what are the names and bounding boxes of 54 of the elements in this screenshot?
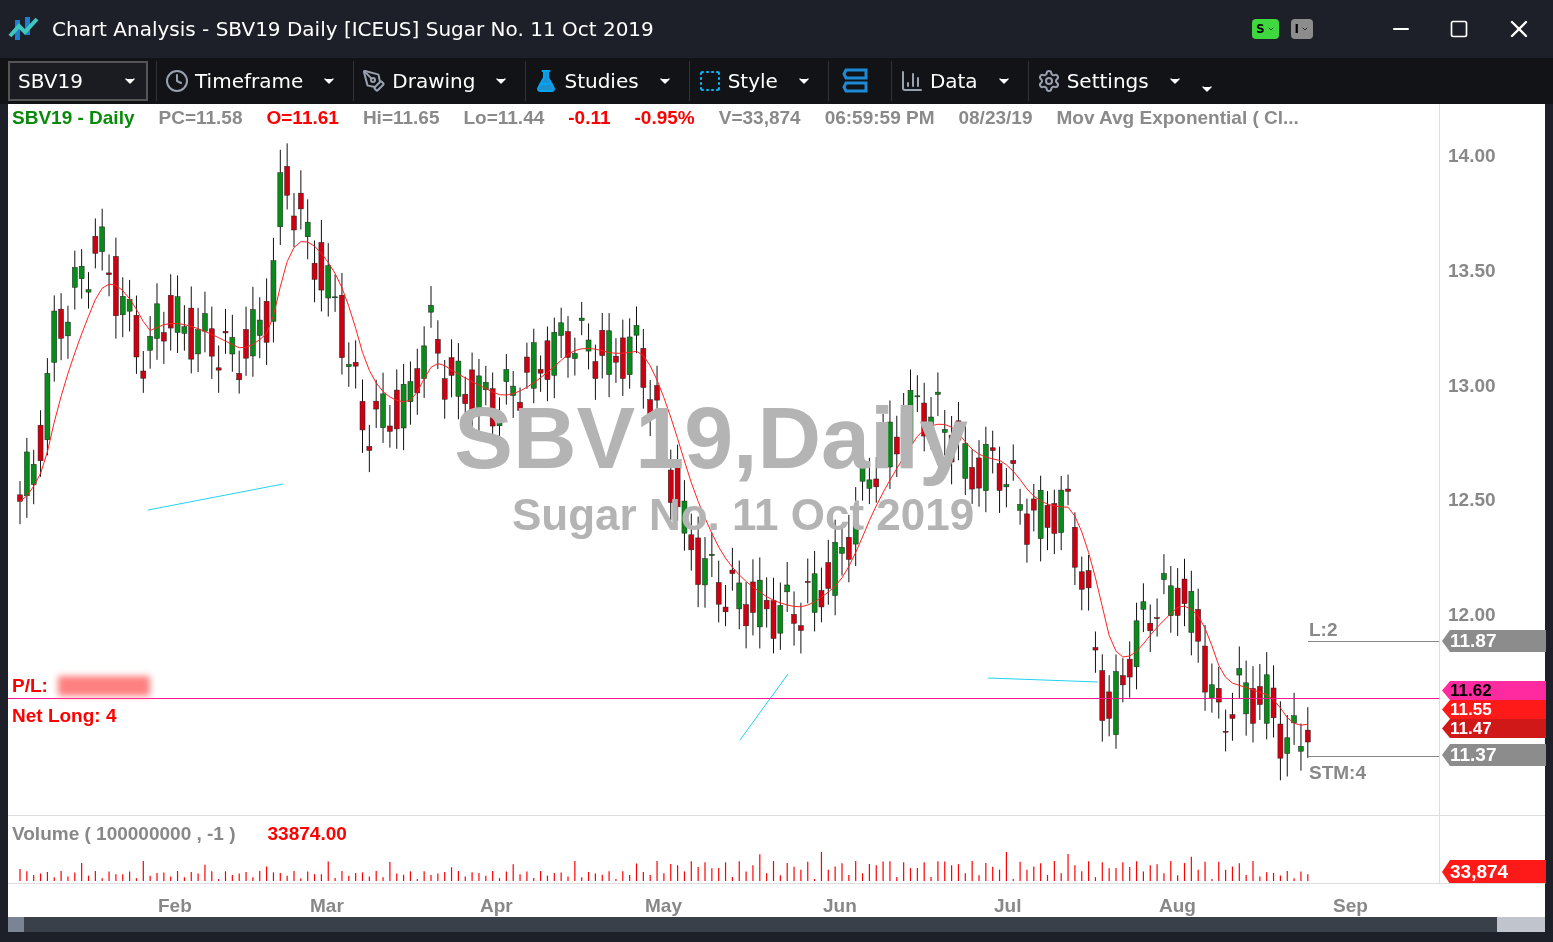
- quote-field: PC=11.58: [158, 104, 243, 132]
- pl-label: P/L:: [12, 674, 48, 698]
- horizontal-scrollbar[interactable]: [8, 917, 1545, 932]
- quote-field: Mov Avg Exponential ( Cl...: [1056, 104, 1299, 132]
- price-axis-label: 12.00: [1448, 603, 1496, 627]
- bar-chart-icon: [899, 69, 924, 93]
- volume-value: 33874.00: [267, 822, 347, 846]
- mode-badge[interactable]: I: [1290, 19, 1313, 39]
- quote-field: Hi=11.65: [362, 104, 440, 132]
- date-axis-label: Mar: [310, 894, 344, 918]
- toolbar-menu[interactable]: Timeframe: [156, 61, 346, 101]
- price-axis-label: 14.00: [1448, 144, 1496, 168]
- quote-field: Lo=11.44: [463, 104, 545, 132]
- quote-field: V=33,874: [718, 104, 801, 132]
- net-position-label: Net Long: 4: [12, 704, 117, 728]
- price-axis-label: 12.50: [1448, 488, 1496, 513]
- symbol-dropdown[interactable]: SBV19: [8, 61, 148, 101]
- order-price-tag: 11.37: [1442, 744, 1546, 766]
- mode-badge[interactable]: S: [1251, 19, 1279, 39]
- order-line-label: STM:4: [1309, 761, 1366, 785]
- order-price-tag: 11.87: [1442, 630, 1546, 652]
- toolbar-menu[interactable]: Settings: [1027, 61, 1191, 101]
- date-axis-label: Aug: [1159, 894, 1196, 918]
- order-line-label: L:2: [1309, 618, 1338, 642]
- toolbar-menu[interactable]: Data: [890, 61, 1020, 101]
- price-axis-label: 13.00: [1448, 373, 1496, 398]
- price-axis-label: 13.50: [1448, 258, 1496, 283]
- toolbar-menu[interactable]: Style: [688, 61, 820, 101]
- frame-icon: [697, 69, 722, 93]
- quote-field: 08/23/19: [958, 104, 1033, 132]
- quote-field: O=11.61: [266, 104, 339, 132]
- date-axis-label: Sep: [1333, 894, 1368, 918]
- quote-field: -0.95%: [634, 104, 695, 132]
- volume-tag: 33,874: [1442, 860, 1546, 884]
- toolbar-menu[interactable]: Drawing: [353, 61, 518, 101]
- settings-icon: [1036, 69, 1061, 93]
- date-axis-label: Jul: [994, 894, 1022, 918]
- date-axis-label: Apr: [480, 894, 513, 918]
- price-tag: 11.55: [1442, 700, 1546, 719]
- volume-label: Volume ( 100000000 , -1 ): [12, 822, 236, 846]
- date-axis-label: Feb: [158, 894, 192, 918]
- window-title: Chart Analysis - SBV19 Daily [ICEUS] Sugar No. 11 Oct 2019: [52, 16, 654, 43]
- pen-icon: [362, 69, 387, 93]
- quote-field: SBV19 - Daily: [12, 104, 135, 132]
- date-axis-label: Jun: [823, 894, 857, 918]
- quote-field: -0.11: [568, 104, 611, 132]
- price-tag: 11.62: [1442, 681, 1546, 700]
- price-tag: 11.47: [1442, 719, 1546, 738]
- toolbar-menu[interactable]: Studies: [525, 61, 681, 101]
- clock-icon: [165, 69, 189, 93]
- link-icon: [840, 66, 871, 96]
- quote-field: 06:59:59 PM: [824, 104, 935, 132]
- maximize-icon[interactable]: [1449, 19, 1469, 39]
- date-axis-label: May: [645, 894, 682, 918]
